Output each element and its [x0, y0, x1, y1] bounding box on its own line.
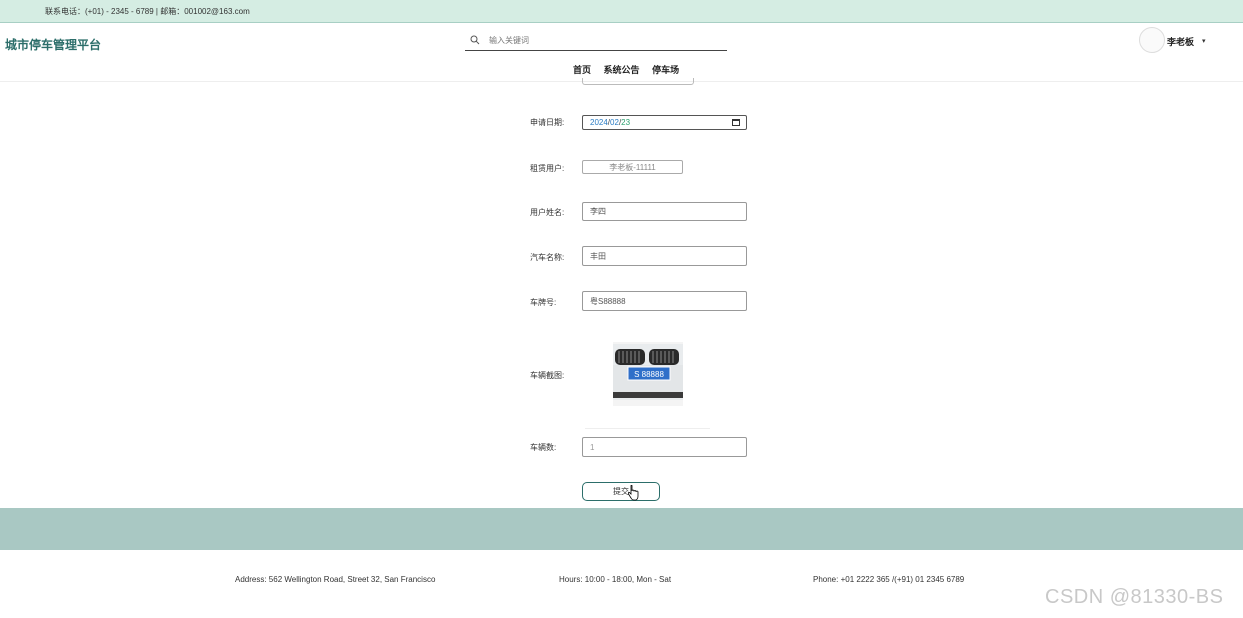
user-name[interactable]: 李老板 [1167, 35, 1194, 48]
footer-hours: Hours: 10:00 - 18:00, Mon - Sat [559, 575, 672, 584]
contact-info: 联系电话：(+01) - 2345 - 6789 | 邮箱：001002@163… [45, 7, 250, 16]
search-icon[interactable] [470, 35, 480, 45]
hand-cursor-icon [627, 485, 639, 501]
search-input[interactable] [489, 34, 719, 46]
date-year: 2024 [590, 118, 608, 127]
image-divider [585, 428, 710, 429]
footer-band [0, 508, 1243, 550]
site-logo[interactable]: 城市停车管理平台 [5, 36, 101, 53]
footer-phone: Phone: +01 2222 365 /(+91) 01 2345 6789 [813, 575, 965, 584]
submit-button[interactable]: 提交 [582, 482, 660, 501]
car-image-label: 车辆截图: [530, 371, 565, 380]
footer-address: Address: 562 Wellington Road, Street 32,… [235, 575, 436, 584]
user-name-field[interactable]: 李四 [582, 202, 747, 221]
car-count-field[interactable]: 1 [582, 437, 747, 457]
calendar-icon[interactable] [732, 119, 740, 126]
chevron-down-icon[interactable]: ▾ [1202, 37, 1206, 45]
nav-item-home[interactable]: 首页 [573, 65, 591, 75]
top-info-bar: 联系电话：(+01) - 2345 - 6789 | 邮箱：001002@163… [0, 0, 1243, 23]
avatar[interactable] [1139, 27, 1165, 53]
date-month: 02 [610, 118, 619, 127]
apply-date-input[interactable]: 2024/02/23 [582, 115, 747, 130]
previous-field-edge [582, 78, 694, 85]
site-header: 城市停车管理平台 李老板 ▾ 首页 系统公告 停车场 [0, 23, 1243, 82]
plate-field[interactable]: 粤S88888 [582, 291, 747, 311]
search-bar[interactable] [465, 31, 727, 51]
date-day: 23 [621, 118, 631, 127]
car-image-plate-text: S 88888 [634, 370, 664, 379]
main-nav: 首页 系统公告 停车场 [573, 63, 689, 76]
car-image[interactable]: S 88888 [613, 342, 683, 406]
watermark: CSDN @81330-BS [1045, 586, 1224, 608]
rental-user-field: 李老板-11111 [582, 160, 683, 174]
nav-item-parking-lots[interactable]: 停车场 [652, 65, 679, 75]
car-name-field[interactable]: 丰田 [582, 246, 747, 266]
nav-item-announcements[interactable]: 系统公告 [604, 65, 640, 75]
